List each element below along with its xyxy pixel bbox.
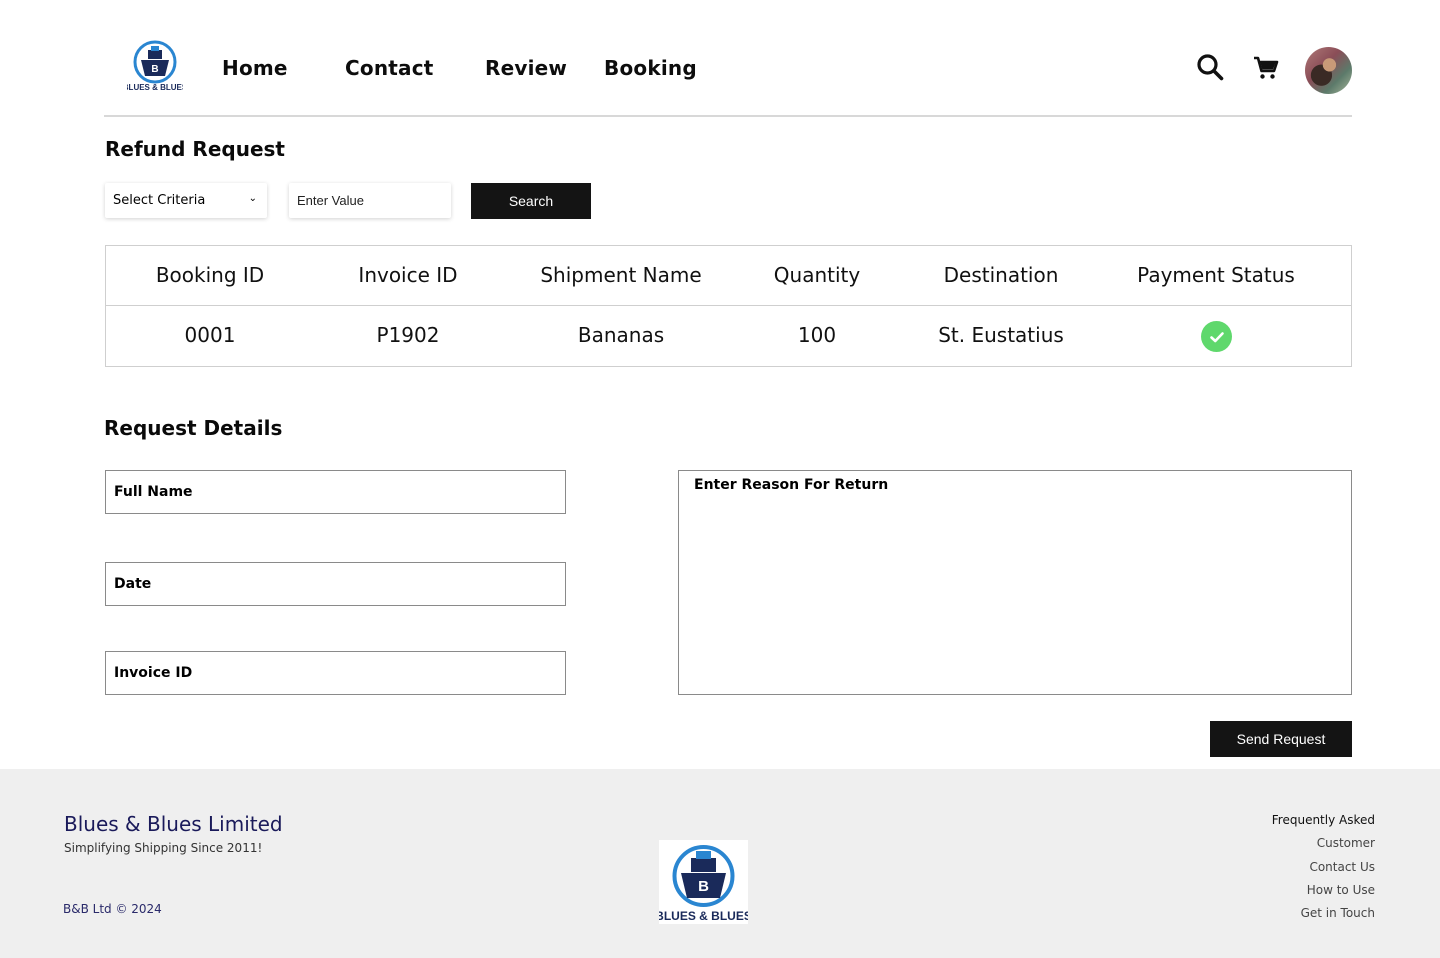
nav-review[interactable]: Review — [485, 56, 567, 80]
footer-link-contact-us[interactable]: Contact Us — [1272, 856, 1375, 879]
value-input[interactable] — [289, 183, 451, 218]
copyright: B&B Ltd © 2024 — [63, 902, 162, 916]
column-header-payment-status: Payment Status — [1137, 263, 1295, 287]
details-title: Request Details — [104, 416, 283, 440]
date-field[interactable]: Date — [105, 562, 566, 606]
ship-logo-icon[interactable]: B BLUES & BLUES — [127, 38, 183, 92]
column-header-destination: Destination — [943, 263, 1059, 287]
cell-quantity: 100 — [797, 323, 837, 347]
refund-title: Refund Request — [105, 137, 285, 161]
criteria-select[interactable]: Select Criteria ⌄ — [105, 183, 267, 218]
avatar[interactable] — [1305, 47, 1352, 94]
invoice-id-field[interactable]: Invoice ID — [105, 651, 566, 695]
svg-text:B: B — [151, 64, 158, 75]
footer-logo-text: BLUES & BLUES — [659, 909, 748, 923]
nav-home[interactable]: Home — [222, 56, 288, 80]
reason-placeholder: Enter Reason For Return — [694, 477, 889, 493]
company-tagline: Simplifying Shipping Since 2011! — [64, 841, 263, 855]
table-divider — [106, 305, 1351, 306]
footer-link-faq[interactable]: Frequently Asked — [1272, 809, 1375, 832]
full-name-placeholder: Full Name — [114, 484, 193, 500]
invoice-id-placeholder: Invoice ID — [114, 665, 193, 681]
criteria-select-label: Select Criteria — [113, 193, 206, 208]
logo-text: BLUES & BLUES — [127, 83, 183, 92]
chevron-down-icon: ⌄ — [248, 193, 257, 204]
company-name: Blues & Blues Limited — [64, 812, 283, 836]
search-button[interactable]: Search — [471, 183, 591, 219]
cell-destination: St. Eustatius — [938, 323, 1064, 347]
footer-link-get-in-touch[interactable]: Get in Touch — [1272, 902, 1375, 925]
cell-booking-id: 0001 — [184, 323, 236, 347]
search-icon[interactable] — [1196, 53, 1224, 81]
nav-booking[interactable]: Booking — [604, 56, 697, 80]
column-header-quantity: Quantity — [773, 263, 861, 287]
footer-link-customer[interactable]: Customer — [1272, 832, 1375, 855]
date-placeholder: Date — [114, 576, 152, 592]
checkmark-icon — [1209, 331, 1224, 342]
column-header-invoice-id: Invoice ID — [358, 263, 458, 287]
cart-icon[interactable] — [1253, 55, 1279, 81]
bookings-table: Booking ID Invoice ID Shipment Name Quan… — [105, 245, 1352, 367]
send-request-button[interactable]: Send Request — [1210, 721, 1352, 757]
reason-textarea[interactable]: Enter Reason For Return — [678, 470, 1352, 695]
nav-contact[interactable]: Contact — [345, 56, 434, 80]
ship-logo-icon: B BLUES & BLUES — [659, 840, 748, 924]
cell-invoice-id: P1902 — [376, 323, 440, 347]
column-header-booking-id: Booking ID — [155, 263, 265, 287]
site-header: B BLUES & BLUES Home Contact Review Book… — [0, 0, 1440, 117]
footer-links: Frequently Asked Customer Contact Us How… — [1272, 809, 1375, 925]
cell-shipment-name: Bananas — [577, 323, 665, 347]
footer-link-how-to-use[interactable]: How to Use — [1272, 879, 1375, 902]
site-footer: Blues & Blues Limited Simplifying Shippi… — [0, 769, 1440, 958]
column-header-shipment-name: Shipment Name — [540, 263, 702, 287]
full-name-field[interactable]: Full Name — [105, 470, 566, 514]
check-circle-icon — [1201, 321, 1232, 352]
svg-text:B: B — [698, 878, 709, 895]
header-divider — [104, 115, 1352, 117]
